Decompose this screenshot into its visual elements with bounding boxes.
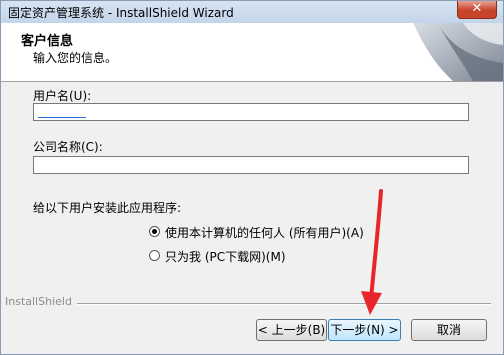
install-for-label: 给以下用户安装此应用程序: [33, 201, 182, 215]
header-decoration-image [413, 23, 503, 81]
radio-only-me-label[interactable]: 只为我 (PC下载网)(M) [165, 248, 286, 265]
page-title: 客户信息 [21, 34, 74, 49]
header-panel: 客户信息 输入您的信息。 [1, 23, 503, 82]
close-icon: ✕ [471, 1, 483, 16]
window-title: 固定资产管理系统 - InstallShield Wizard [8, 6, 234, 20]
radio-all-users-label[interactable]: 使用本计算机的任何人 (所有用户)(A) [165, 224, 364, 241]
installshield-brand: InstallShield [5, 295, 72, 308]
back-button[interactable]: < 上一步(B) [256, 319, 327, 341]
user-name-label: 用户名(U): [33, 89, 92, 103]
footer-divider [77, 303, 491, 305]
text-cursor-selection [38, 117, 86, 118]
company-name-input[interactable] [33, 156, 469, 174]
radio-all-users[interactable] [149, 226, 160, 237]
next-button[interactable]: 下一步(N) > [328, 319, 401, 341]
user-name-input[interactable] [33, 103, 469, 121]
radio-only-me[interactable] [149, 250, 160, 261]
title-bar[interactable]: 固定资产管理系统 - InstallShield Wizard ✕ [1, 1, 503, 23]
cancel-button[interactable]: 取消 [411, 319, 487, 341]
installer-window: 固定资产管理系统 - InstallShield Wizard ✕ 客户信息 输… [0, 0, 504, 355]
page-subtitle: 输入您的信息。 [33, 51, 118, 65]
close-button[interactable]: ✕ [457, 1, 497, 19]
company-name-label: 公司名称(C): [33, 140, 103, 154]
